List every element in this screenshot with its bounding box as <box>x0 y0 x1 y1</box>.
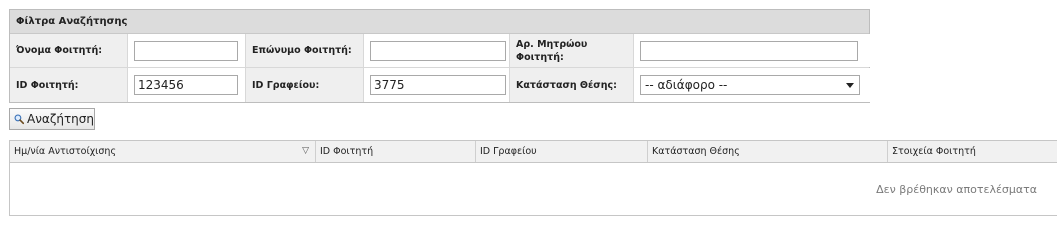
column-header-student-details[interactable]: Στοιχεία Φοιτητή <box>888 141 1057 162</box>
position-status-selected: -- αδιάφορο -- <box>645 78 728 92</box>
student-id-input[interactable] <box>134 75 238 95</box>
student-surname-label: Επώνυμο Φοιτητή: <box>246 34 364 67</box>
student-name-cell <box>128 34 246 67</box>
sort-indicator-icon[interactable]: ▽ <box>302 141 309 162</box>
column-header-student-id[interactable]: ID Φοιτητή <box>316 141 476 162</box>
search-button[interactable]: Αναζήτηση <box>9 108 95 130</box>
position-status-cell: -- αδιάφορο -- <box>634 68 870 102</box>
column-header-label: Ημ/νία Αντιστοίχισης <box>14 146 117 157</box>
position-status-label: Κατάσταση Θέσης: <box>510 68 634 102</box>
student-id-cell <box>128 68 246 102</box>
filters-row-1: Όνομα Φοιτητή: Επώνυμο Φοιτητή: Αρ. Μητρ… <box>10 34 870 68</box>
registry-number-cell <box>634 34 870 67</box>
column-header-match-date[interactable]: Ημ/νία Αντιστοίχισης ▽ <box>10 141 316 162</box>
office-id-cell <box>364 68 510 102</box>
position-status-select[interactable]: -- αδιάφορο -- <box>640 75 860 95</box>
filters-row-2: ID Φοιτητή: ID Γραφείου: Κατάσταση Θέσης… <box>10 68 870 102</box>
registry-number-input[interactable] <box>640 40 858 61</box>
results-grid-header: Ημ/νία Αντιστοίχισης ▽ ID Φοιτητή ID Γρα… <box>10 141 1057 163</box>
student-id-label: ID Φοιτητή: <box>10 68 128 102</box>
column-header-office-id[interactable]: ID Γραφείου <box>476 141 648 162</box>
results-grid: Ημ/νία Αντιστοίχισης ▽ ID Φοιτητή ID Γρα… <box>9 140 1057 216</box>
no-results-message: Δεν βρέθηκαν αποτελέσματα <box>876 183 1037 196</box>
magnifier-icon <box>14 114 24 125</box>
chevron-down-icon <box>846 83 854 88</box>
search-filters-panel: Φίλτρα Αναζήτησης Όνομα Φοιτητή: Επώνυμο… <box>9 9 870 103</box>
office-id-label: ID Γραφείου: <box>246 68 364 102</box>
registry-number-label: Αρ. Μητρώου Φοιτητή: <box>510 34 634 67</box>
student-surname-cell <box>364 34 510 67</box>
student-name-label: Όνομα Φοιτητή: <box>10 34 128 67</box>
student-name-input[interactable] <box>134 40 238 61</box>
filters-header: Φίλτρα Αναζήτησης <box>10 10 869 34</box>
column-header-position-status[interactable]: Κατάσταση Θέσης <box>648 141 888 162</box>
office-id-input[interactable] <box>370 75 506 95</box>
student-surname-input[interactable] <box>370 40 506 61</box>
search-button-label: Αναζήτηση <box>27 112 94 126</box>
